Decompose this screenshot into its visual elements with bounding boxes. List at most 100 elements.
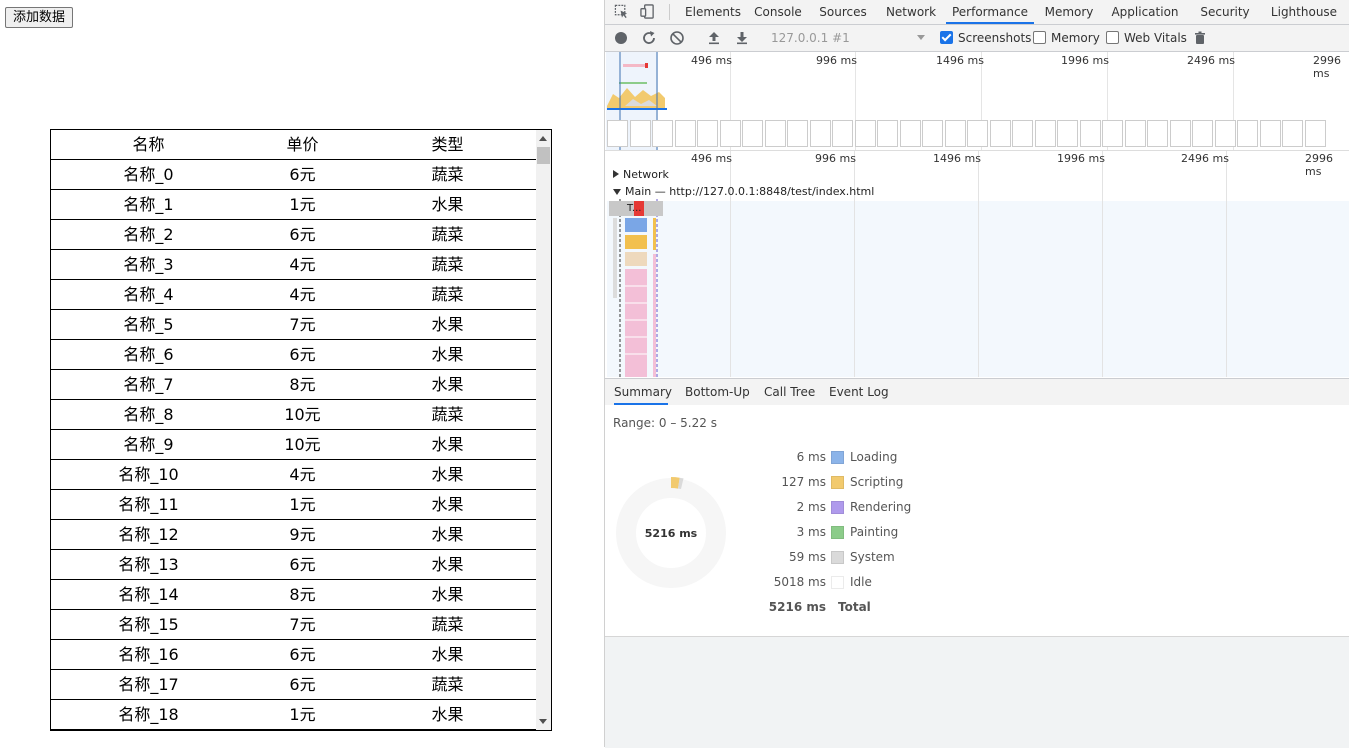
cell-price: 4元	[289, 285, 316, 304]
tab-summary[interactable]: Summary	[614, 379, 672, 405]
cell-name: 名称_18	[118, 705, 179, 724]
screenshot-thumbnail[interactable]	[1192, 120, 1213, 147]
triangle-down-icon[interactable]	[613, 189, 621, 195]
screenshot-thumbnail[interactable]	[944, 120, 966, 147]
performance-toolbar: 127.0.0.1 #1 Screenshots Memory Web Vita…	[605, 25, 1349, 52]
summary-range: Range: 0 – 5.22 s	[613, 416, 717, 430]
clear-icon[interactable]	[669, 30, 685, 46]
table-scrollbar[interactable]	[536, 130, 551, 730]
screenshots-checkbox-box[interactable]	[940, 31, 953, 44]
screenshot-thumbnail[interactable]	[877, 120, 898, 147]
screenshot-thumbnail[interactable]	[1079, 120, 1101, 147]
web-vitals-checkbox[interactable]: Web Vitals	[1106, 31, 1187, 45]
table-row: 名称_14 8元 水果	[51, 580, 536, 610]
screenshot-thumbnail[interactable]	[1012, 120, 1033, 147]
trash-icon[interactable]	[1192, 30, 1208, 46]
screenshot-thumbnail[interactable]	[1102, 120, 1123, 147]
timeline-flamechart[interactable]: 496 ms 996 ms 1496 ms 1996 ms 2496 ms 29…	[605, 151, 1349, 377]
legend-value: 3 ms	[796, 525, 826, 539]
tab-memory[interactable]: Memory	[1042, 0, 1096, 24]
cell-type: 水果	[431, 435, 464, 454]
recording-select-value: 127.0.0.1 #1	[771, 31, 850, 45]
table-header-row: 名称 单价 类型	[51, 130, 536, 160]
screenshot-thumbnail[interactable]	[1034, 120, 1056, 147]
screenshot-thumbnail[interactable]	[809, 120, 831, 147]
web-vitals-checkbox-box[interactable]	[1106, 31, 1119, 44]
screenshot-thumbnail[interactable]	[629, 120, 651, 147]
screenshot-thumbnail[interactable]	[989, 120, 1011, 147]
cell-price: 10元	[284, 405, 321, 424]
tab-network[interactable]: Network	[883, 0, 939, 24]
legend-label: Loading	[850, 450, 898, 464]
triangle-right-icon[interactable]	[613, 170, 619, 178]
load-profile-icon[interactable]	[706, 30, 722, 46]
main-track[interactable]: Main — http://127.0.0.1:8848/test/index.…	[613, 185, 874, 198]
screenshot-thumbnail[interactable]	[697, 120, 718, 147]
cell-price: 6元	[289, 165, 316, 184]
save-profile-icon[interactable]	[734, 30, 750, 46]
task-label: T...	[627, 203, 642, 214]
scroll-down-icon[interactable]	[539, 719, 547, 724]
cell-price: 1元	[289, 195, 316, 214]
timeline-overview[interactable]: 496 ms 996 ms 1496 ms 1996 ms 2496 ms 29…	[605, 52, 1349, 151]
network-track[interactable]: Network	[613, 168, 669, 181]
cell-type: 水果	[431, 315, 464, 334]
tab-security[interactable]: Security	[1193, 0, 1257, 24]
screenshot-thumbnail[interactable]	[1259, 120, 1281, 147]
screenshot-thumbnail[interactable]	[854, 120, 876, 147]
table-row: 名称_3 4元 蔬菜	[51, 250, 536, 280]
screenshot-thumbnail[interactable]	[832, 120, 853, 147]
screenshot-thumbnail[interactable]	[674, 120, 696, 147]
tab-application[interactable]: Application	[1107, 0, 1183, 24]
summary-donut-chart: 5216 ms	[616, 477, 726, 588]
device-toolbar-icon[interactable]	[640, 4, 655, 19]
memory-checkbox-box[interactable]	[1033, 31, 1046, 44]
screenshot-thumbnail[interactable]	[742, 120, 763, 147]
cell-price: 6元	[289, 225, 316, 244]
screenshot-thumbnail[interactable]	[787, 120, 808, 147]
cell-type: 蔬菜	[431, 255, 464, 274]
tab-bottom-up[interactable]: Bottom-Up	[685, 379, 750, 405]
tab-call-tree[interactable]: Call Tree	[764, 379, 815, 405]
screenshot-thumbnail[interactable]	[1169, 120, 1191, 147]
screenshot-thumbnail[interactable]	[764, 120, 786, 147]
add-data-button[interactable]: 添加数据	[5, 7, 74, 28]
overview-tick: 1496 ms	[936, 54, 984, 67]
chevron-down-icon	[917, 35, 925, 40]
inspect-element-icon[interactable]	[614, 4, 629, 19]
memory-checkbox[interactable]: Memory	[1033, 31, 1100, 45]
legend-value: 6 ms	[796, 450, 826, 464]
screenshot-thumbnail[interactable]	[899, 120, 921, 147]
cell-name: 名称_8	[123, 405, 174, 424]
tab-lighthouse[interactable]: Lighthouse	[1269, 0, 1339, 24]
legend-label: Scripting	[850, 475, 904, 489]
screenshot-thumbnail[interactable]	[1147, 120, 1168, 147]
record-icon[interactable]	[613, 30, 629, 46]
screenshot-thumbnail[interactable]	[967, 120, 988, 147]
screenshot-thumbnail[interactable]	[1057, 120, 1078, 147]
tab-elements[interactable]: Elements	[679, 0, 747, 24]
screenshot-thumbnail[interactable]	[1214, 120, 1236, 147]
screenshot-thumbnail[interactable]	[1282, 120, 1303, 147]
screenshot-thumbnail[interactable]	[652, 120, 673, 147]
screenshot-thumbnail[interactable]	[1237, 120, 1258, 147]
screenshot-thumbnail[interactable]	[922, 120, 943, 147]
scroll-thumb[interactable]	[537, 147, 550, 164]
legend-swatch	[831, 551, 844, 564]
cell-price: 7元	[289, 615, 316, 634]
screenshot-thumbnail[interactable]	[607, 120, 628, 147]
screenshot-thumbnail[interactable]	[1124, 120, 1146, 147]
screenshot-thumbnail[interactable]	[719, 120, 741, 147]
cell-name: 名称_14	[118, 585, 179, 604]
scroll-up-icon[interactable]	[539, 136, 547, 141]
tab-sources[interactable]: Sources	[817, 0, 869, 24]
tab-event-log[interactable]: Event Log	[829, 379, 889, 405]
screenshot-thumbnail[interactable]	[1304, 120, 1326, 147]
screenshots-checkbox[interactable]: Screenshots	[940, 31, 1031, 45]
legend-label: Rendering	[850, 500, 912, 514]
data-table-container[interactable]: 名称 单价 类型 名称_0 6元 蔬菜 名称_1 1元 水果 名称_2 6元 蔬菜 名称_3 4元蔬…	[50, 129, 552, 731]
tab-performance[interactable]: Performance	[946, 0, 1034, 24]
reload-icon[interactable]	[641, 30, 657, 46]
recording-select[interactable]: 127.0.0.1 #1	[771, 31, 925, 45]
tab-console[interactable]: Console	[751, 0, 805, 24]
